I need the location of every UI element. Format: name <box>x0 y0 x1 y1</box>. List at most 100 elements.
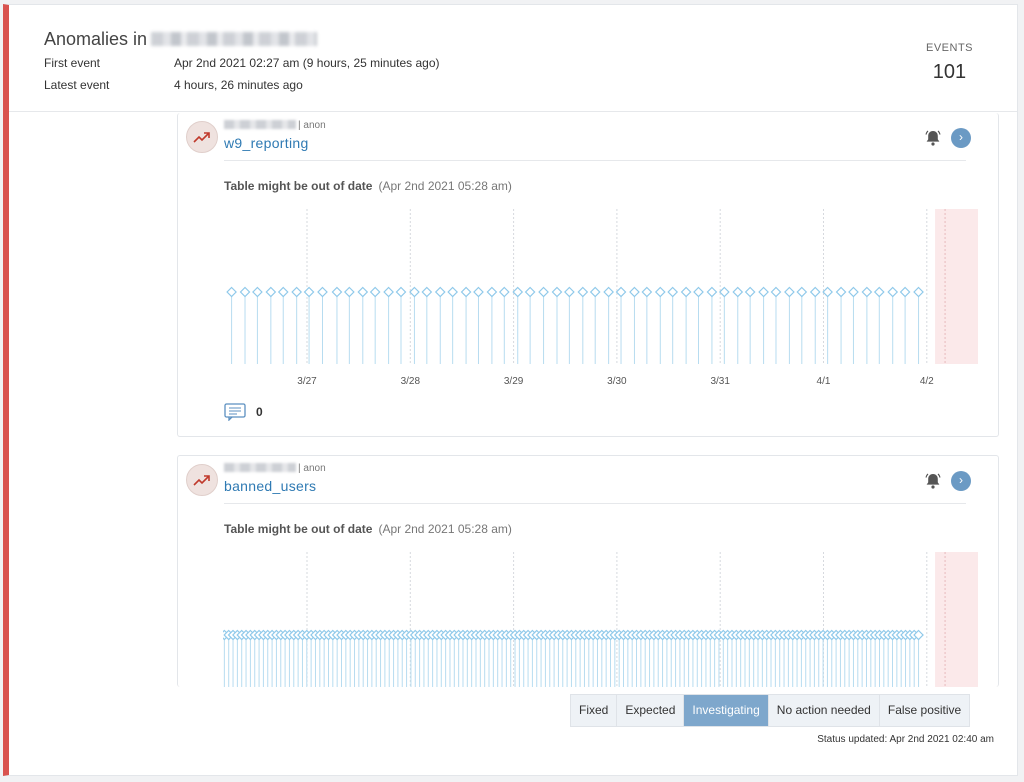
freshness-chart: 3/27 3/28 3/29 3/30 3/31 4/1 4/2 <box>226 209 978 387</box>
data-point <box>317 286 328 298</box>
data-point <box>873 286 885 298</box>
comment-icon <box>224 403 246 421</box>
data-point <box>654 286 666 298</box>
x-tick-label: 3/31 <box>710 376 730 387</box>
data-point <box>473 286 484 298</box>
comments[interactable]: 0 <box>224 403 263 421</box>
divider <box>224 503 966 504</box>
data-point <box>589 286 601 298</box>
table-owner: | anon <box>224 120 326 131</box>
data-point <box>265 286 277 298</box>
x-tick-label: 4/1 <box>817 376 831 387</box>
divider <box>224 160 966 161</box>
redacted-owner <box>224 463 296 472</box>
data-point <box>732 286 744 298</box>
redacted-dataset-name <box>151 32 318 46</box>
data-point <box>784 286 795 298</box>
table-name-link[interactable]: w9_reporting <box>224 135 309 151</box>
trend-up-icon <box>186 464 218 496</box>
anomalies-panel: Anomalies in First event Apr 2nd 2021 02:… <box>3 4 1018 776</box>
data-point <box>667 286 679 298</box>
trend-up-icon <box>186 121 218 153</box>
data-point <box>486 286 498 298</box>
data-point <box>498 286 510 298</box>
data-point <box>226 286 237 298</box>
redacted-owner <box>224 120 296 129</box>
events-count: 101 <box>932 61 967 83</box>
data-point <box>524 286 536 298</box>
status-option-expected[interactable]: Expected <box>617 695 685 726</box>
data-point <box>899 286 911 298</box>
data-point <box>383 286 394 298</box>
first-event-value: Apr 2nd 2021 02:27 am (9 hours, 25 minut… <box>174 56 440 70</box>
latest-event-value: 4 hours, 26 minutes ago <box>174 78 303 92</box>
data-point <box>538 286 549 298</box>
data-point <box>758 286 769 298</box>
status-option-fixed[interactable]: Fixed <box>571 695 618 726</box>
data-point <box>395 286 407 298</box>
data-point <box>551 286 563 298</box>
status-option-false-positive[interactable]: False positive <box>880 695 969 726</box>
table-owner: | anon <box>224 463 326 474</box>
status-option-investigating[interactable]: Investigating <box>684 695 769 726</box>
data-point <box>615 286 627 298</box>
page-title: Anomalies in <box>44 29 318 50</box>
events-counter: EVENTS 101 <box>926 42 973 84</box>
data-point <box>706 286 718 298</box>
chevron-right-icon[interactable]: › <box>951 128 971 148</box>
bell-icon[interactable] <box>924 472 942 490</box>
data-point <box>796 286 808 298</box>
x-tick-label: 3/30 <box>607 376 627 387</box>
events-label: EVENTS <box>925 42 973 54</box>
data-point <box>744 286 756 298</box>
chevron-right-icon[interactable]: › <box>951 471 971 491</box>
data-point <box>277 286 289 298</box>
data-point <box>680 286 692 298</box>
data-point <box>641 286 653 298</box>
data-point <box>291 286 303 298</box>
latest-event-row: Latest event 4 hours, 26 minutes ago <box>44 78 303 92</box>
data-point <box>512 286 524 298</box>
data-point <box>409 286 420 298</box>
data-point <box>331 286 343 298</box>
status-option-no-action-needed[interactable]: No action needed <box>769 695 880 726</box>
latest-event-label: Latest event <box>44 78 110 92</box>
status-updated-text: Status updated: Apr 2nd 2021 02:40 am <box>817 734 994 745</box>
data-point <box>603 286 614 298</box>
bell-icon[interactable] <box>924 129 942 147</box>
data-point <box>718 286 730 298</box>
anomaly-card: | anon w9_reporting › Table might be out… <box>177 113 999 437</box>
data-point <box>460 286 472 298</box>
data-point <box>303 286 315 298</box>
data-point <box>239 286 251 298</box>
data-point <box>835 286 847 298</box>
x-tick-label: 3/27 <box>297 376 317 387</box>
data-point <box>369 286 381 298</box>
comment-count: 0 <box>256 405 263 419</box>
data-point <box>577 286 589 298</box>
data-point <box>434 286 446 298</box>
data-point <box>848 286 859 298</box>
x-tick-label: 3/28 <box>401 376 421 387</box>
alert-title: Table might be out of date (Apr 2nd 2021 … <box>224 179 512 193</box>
data-point <box>447 286 459 298</box>
anomaly-region <box>935 552 978 687</box>
anomalies-header: Anomalies in First event Apr 2nd 2021 02:… <box>9 5 1017 112</box>
data-point <box>887 286 899 298</box>
x-tick-label: 3/29 <box>504 376 524 387</box>
anomaly-card: | anon banned_users › Table might be out… <box>177 455 999 687</box>
first-event-label: First event <box>44 56 101 70</box>
table-name-link[interactable]: banned_users <box>224 478 316 494</box>
data-point <box>861 286 873 298</box>
data-point <box>913 286 924 298</box>
data-point <box>252 286 263 298</box>
anomaly-region <box>935 209 978 364</box>
data-point <box>770 286 782 298</box>
data-point <box>564 286 575 298</box>
data-point <box>693 286 704 298</box>
data-point <box>421 286 433 298</box>
freshness-chart <box>223 552 978 687</box>
data-point <box>629 286 640 298</box>
data-point <box>822 286 833 298</box>
first-event-row: First event Apr 2nd 2021 02:27 am (9 hour… <box>44 56 440 70</box>
